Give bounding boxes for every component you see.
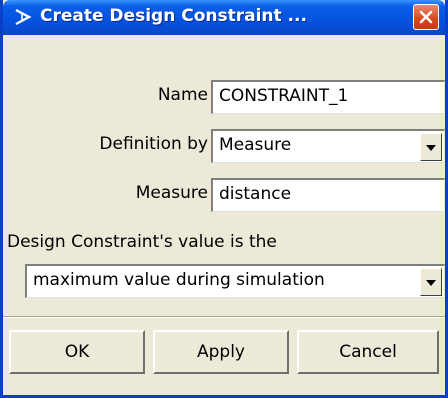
- value-type-selection: maximum value during simulation: [33, 270, 325, 290]
- close-button[interactable]: [413, 4, 439, 30]
- value-type-select[interactable]: maximum value during simulation: [25, 264, 445, 298]
- ok-button[interactable]: OK: [9, 330, 145, 374]
- title-bar[interactable]: Create Design Constraint ...: [3, 0, 445, 35]
- chevron-down-icon[interactable]: [420, 133, 442, 161]
- chevron-down-icon[interactable]: [420, 268, 442, 296]
- window-title: Create Design Constraint ...: [40, 6, 307, 26]
- definition-by-value: Measure: [219, 135, 292, 155]
- name-label: Name: [157, 85, 208, 105]
- definition-by-select[interactable]: Measure: [211, 129, 445, 163]
- measure-label: Measure: [135, 183, 208, 203]
- x-arrow-icon: [13, 7, 33, 27]
- cancel-button[interactable]: Cancel: [297, 330, 439, 374]
- create-design-constraint-dialog: Create Design Constraint ... Name CONSTR…: [0, 0, 448, 398]
- close-icon: [419, 10, 433, 24]
- measure-field[interactable]: distance: [211, 178, 445, 212]
- value-prompt-label: Design Constraint's value is the: [7, 232, 277, 252]
- separator: [3, 316, 445, 318]
- apply-button[interactable]: Apply: [153, 330, 289, 374]
- name-field[interactable]: CONSTRAINT_1: [211, 80, 445, 114]
- definition-by-label: Definition by: [99, 134, 208, 154]
